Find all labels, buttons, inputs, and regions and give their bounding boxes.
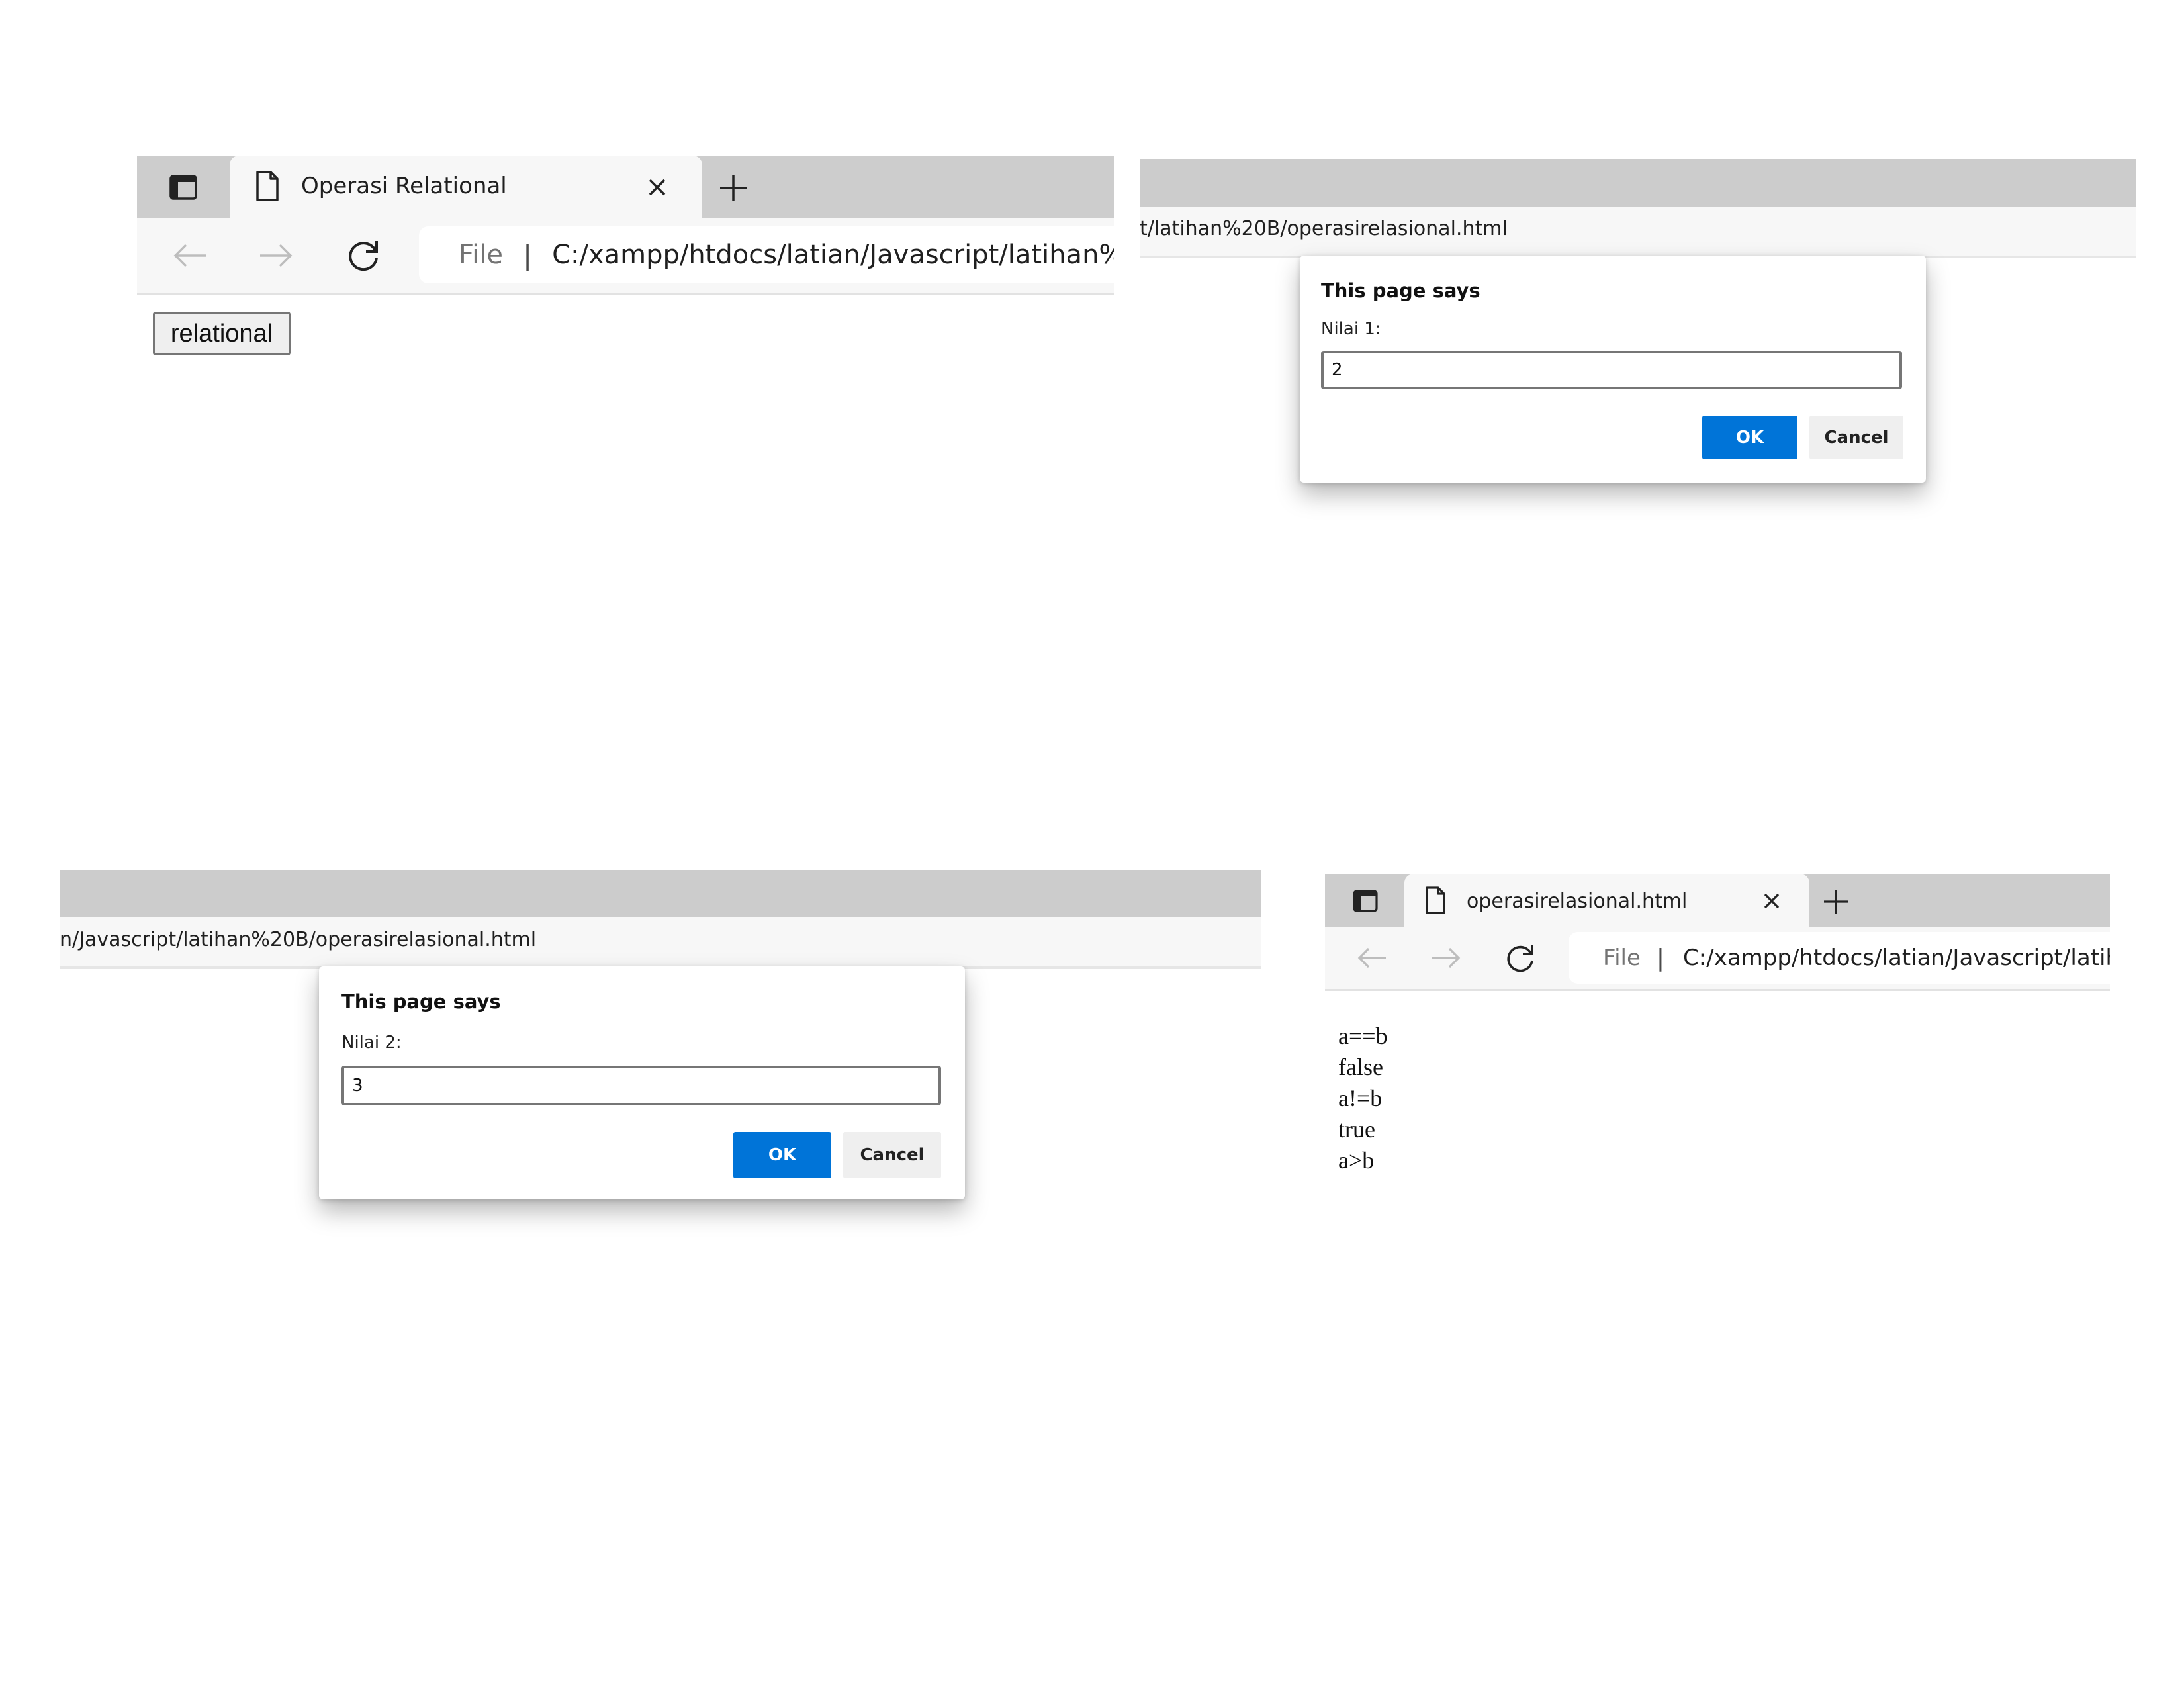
- forward-button[interactable]: [1428, 941, 1464, 974]
- tab-close-button[interactable]: [1756, 886, 1787, 916]
- tab-strip: operasirelasional.html: [1325, 874, 2110, 927]
- address-bar-partial: t/latihan%20B/operasirelasional.html: [1140, 207, 2136, 258]
- relational-button[interactable]: relational: [153, 312, 291, 355]
- arrow-left-icon: [173, 244, 206, 267]
- tab-actions-button[interactable]: [163, 170, 203, 205]
- site-info-label: File: [459, 240, 503, 270]
- address-url: C:/xampp/htdocs/latian/Javascript/latiha…: [552, 240, 1114, 270]
- browser-window-1: Operasi Relational File | C:/xampp/htdoc…: [137, 156, 1114, 367]
- address-separator: |: [522, 238, 533, 271]
- browser-toolbar: File | C:/xampp/htdocs/latian/Javascript…: [1325, 927, 2110, 991]
- prompt-window-1: t/latihan%20B/operasirelasional.html Thi…: [1140, 159, 2136, 530]
- output-line: a>b: [1338, 1147, 1375, 1174]
- close-icon: [1764, 893, 1780, 909]
- new-tab-button[interactable]: [713, 167, 754, 209]
- tab-strip-partial: [60, 870, 1261, 917]
- cancel-button[interactable]: Cancel: [1809, 416, 1903, 459]
- tab-operasirelasional[interactable]: operasirelasional.html: [1404, 874, 1809, 927]
- prompt-input[interactable]: [1321, 351, 1902, 389]
- prompt-window-2: n/Javascript/latihan%20B/operasirelasion…: [60, 870, 1261, 1280]
- refresh-icon: [1507, 945, 1533, 972]
- dialog-title: This page says: [341, 990, 501, 1013]
- arrow-right-icon: [260, 244, 293, 267]
- tab-actions-icon: [169, 175, 197, 200]
- tab-strip: Operasi Relational: [137, 156, 1114, 218]
- tab-title: operasirelasional.html: [1467, 890, 1688, 913]
- ok-button[interactable]: OK: [1702, 416, 1797, 459]
- tab-actions-icon: [1353, 890, 1378, 912]
- tab-close-button[interactable]: [640, 170, 674, 205]
- address-url-partial: t/latihan%20B/operasirelasional.html: [1140, 217, 1508, 240]
- prompt-label: Nilai 2:: [341, 1033, 402, 1053]
- prompt-input[interactable]: [341, 1066, 941, 1105]
- output-line: true: [1338, 1116, 1375, 1143]
- back-button[interactable]: [1354, 941, 1390, 974]
- output-line: false: [1338, 1054, 1383, 1080]
- close-icon: [649, 179, 666, 196]
- address-bar[interactable]: File | C:/xampp/htdocs/latian/Javascript…: [419, 226, 1114, 283]
- output-line: a!=b: [1338, 1085, 1383, 1111]
- address-bar[interactable]: File | C:/xampp/htdocs/latian/Javascript…: [1569, 932, 2110, 984]
- dialog-title: This page says: [1321, 279, 1480, 302]
- plus-icon: [1824, 890, 1848, 914]
- arrow-left-icon: [1357, 947, 1386, 968]
- cancel-button[interactable]: Cancel: [843, 1132, 941, 1178]
- forward-button[interactable]: [256, 237, 296, 274]
- ok-button[interactable]: OK: [733, 1132, 831, 1178]
- tab-strip-partial: [1140, 159, 2136, 207]
- tab-title: Operasi Relational: [301, 173, 507, 199]
- address-url-partial: n/Javascript/latihan%20B/operasirelasion…: [60, 928, 537, 951]
- refresh-icon: [349, 241, 378, 271]
- new-tab-button[interactable]: [1817, 883, 1854, 920]
- back-button[interactable]: [170, 237, 210, 274]
- browser-toolbar: File | C:/xampp/htdocs/latian/Javascript…: [137, 218, 1114, 295]
- address-url: C:/xampp/htdocs/latian/Javascript/latih: [1683, 945, 2110, 971]
- arrow-right-icon: [1432, 947, 1461, 968]
- prompt-dialog: This page says Nilai 1: OK Cancel: [1300, 256, 1926, 483]
- address-bar-partial: n/Javascript/latihan%20B/operasirelasion…: [60, 917, 1261, 969]
- tab-actions-button[interactable]: [1347, 886, 1383, 916]
- address-separator: |: [1656, 944, 1665, 972]
- prompt-label: Nilai 1:: [1321, 319, 1381, 339]
- output-line: a==b: [1338, 1023, 1388, 1049]
- reload-button[interactable]: [1501, 939, 1539, 977]
- page-icon: [1426, 886, 1445, 914]
- page-output: a==b false a!=b true a>b: [1325, 989, 2110, 1205]
- prompt-dialog: This page says Nilai 2: OK Cancel: [319, 966, 965, 1199]
- page-icon: [256, 171, 279, 201]
- tab-operasi-relational[interactable]: Operasi Relational: [230, 156, 702, 218]
- plus-icon: [720, 175, 747, 201]
- reload-button[interactable]: [342, 234, 385, 277]
- site-info-label: File: [1603, 945, 1641, 971]
- browser-window-2: operasirelasional.html File | C:/xampp/h…: [1325, 874, 2110, 1205]
